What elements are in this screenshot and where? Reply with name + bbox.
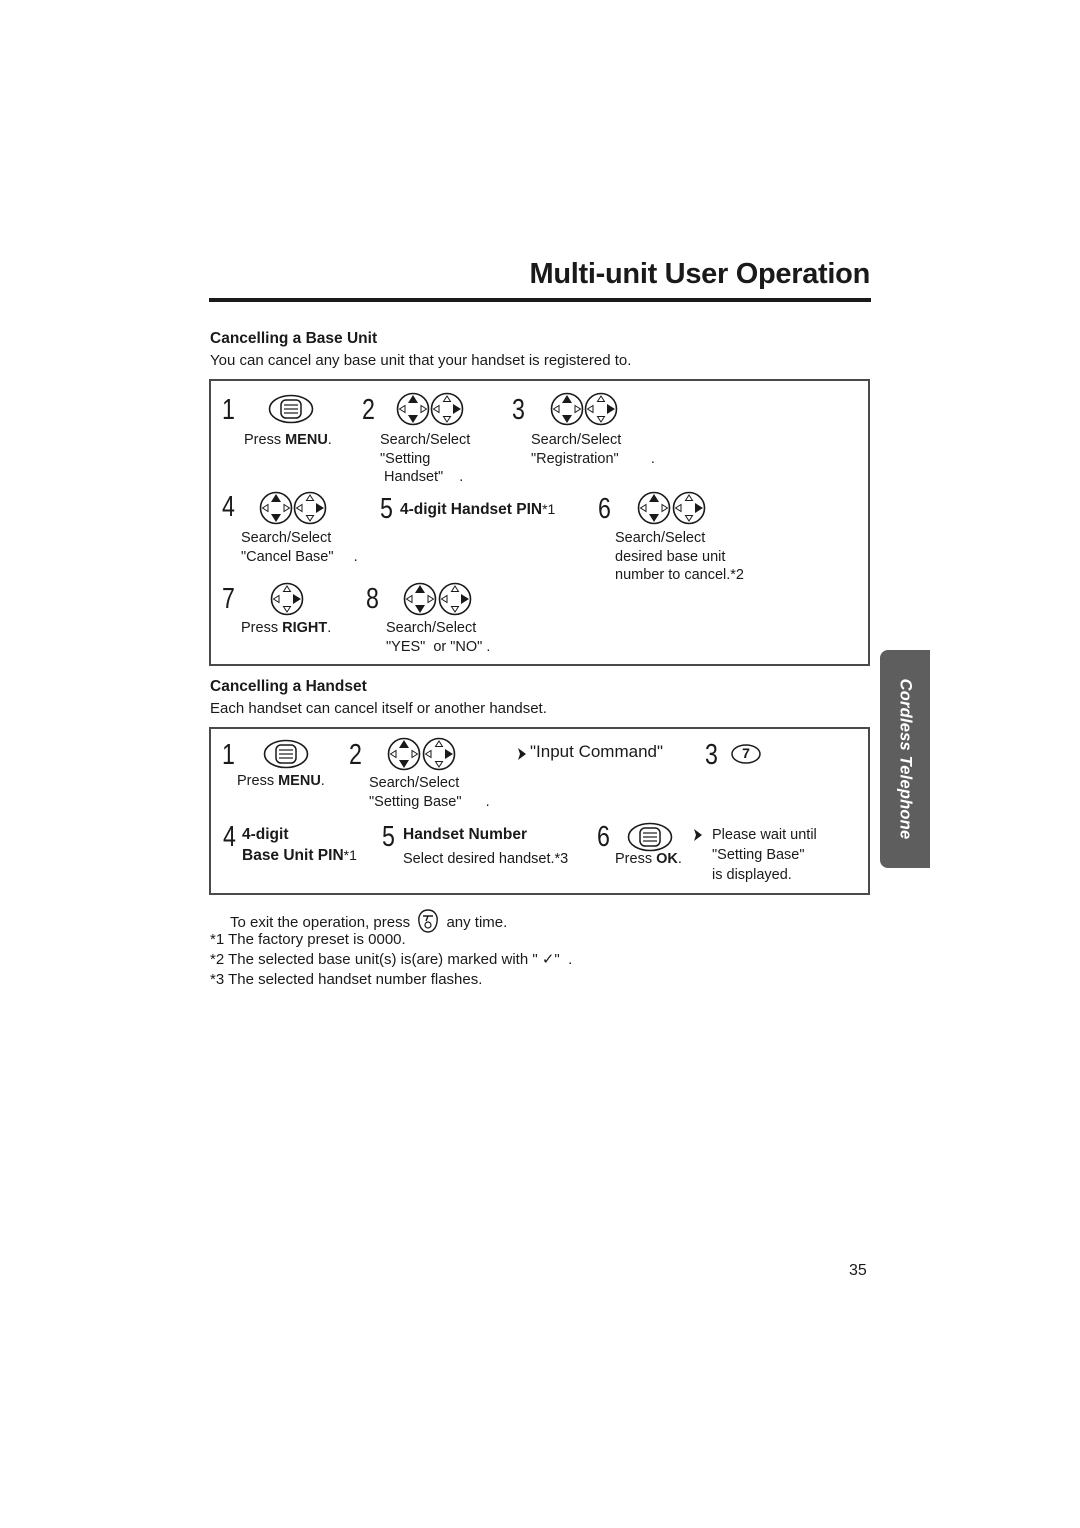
navigator-up-down-icon [403, 582, 437, 616]
step-caption: Search/Select "Registration" . [531, 432, 655, 467]
page-number: 35 [849, 1262, 867, 1279]
navigator-right-icon [293, 491, 327, 525]
side-tab-label: Cordless Telephone [896, 678, 915, 840]
step-number: 5 [382, 821, 395, 853]
navigator-right-icon [672, 491, 706, 525]
ok-button-icon [627, 822, 673, 852]
step-number: 2 [362, 394, 375, 426]
navigator-right-icon [584, 392, 618, 426]
page-title: Multi-unit User Operation [529, 258, 870, 290]
navigator-up-down-icon [550, 392, 584, 426]
step-label: 4-digit Handset PIN*1 [400, 501, 556, 518]
section-intro-cancel-base: You can cancel any base unit that your h… [210, 352, 632, 369]
step-number: 6 [597, 821, 610, 853]
step-caption: Press RIGHT. [241, 620, 332, 636]
result-message: Please wait until "Setting Base" is disp… [712, 827, 817, 883]
step-caption: Search/Select "Setting Base" . [369, 775, 490, 810]
navigator-up-down-icon [637, 491, 671, 525]
step-caption: Press MENU. [244, 432, 332, 448]
step-label: Handset Number [403, 826, 528, 843]
section-heading-cancel-handset: Cancelling a Handset [210, 678, 367, 695]
navigator-right-icon [422, 737, 456, 771]
section-heading-cancel-base: Cancelling a Base Unit [210, 330, 378, 347]
step-number: 7 [222, 583, 235, 615]
navigator-right-icon [438, 582, 472, 616]
navigator-up-down-icon [396, 392, 430, 426]
step-number: 8 [366, 583, 379, 615]
step-caption: Search/Select "Setting Handset" . [380, 432, 471, 485]
step-number: 6 [598, 493, 611, 525]
footnote: *2 The selected base unit(s) is(are) mar… [210, 951, 573, 968]
off-button-icon [418, 909, 439, 933]
step-caption: Search/Select "YES" or "NO" . [386, 620, 491, 655]
side-tab-cordless-telephone: Cordless Telephone [880, 650, 930, 868]
step-caption: Search/Select desired base unit number t… [615, 530, 744, 583]
step-number: 4 [223, 821, 236, 853]
navigator-up-down-icon [387, 737, 421, 771]
step-number: 1 [222, 394, 235, 426]
section-intro-cancel-handset: Each handset can cancel itself or anothe… [210, 700, 547, 717]
result-arrow-icon [693, 828, 703, 842]
step-caption: Select desired handset.*3 [403, 851, 569, 867]
step-number: 3 [705, 739, 718, 771]
step-number: 1 [222, 739, 235, 771]
step-caption: Press OK. [615, 851, 682, 867]
cancel-handset-steps-box: 1 Press MENU. 2 Search/Select "Setting B… [209, 727, 870, 895]
step-number: 5 [380, 493, 393, 525]
footnote: *1 The factory preset is 0000. [210, 931, 406, 948]
menu-button-icon [263, 739, 309, 769]
step-number: 3 [512, 394, 525, 426]
navigator-up-down-icon [259, 491, 293, 525]
display-result: "Input Command" [530, 742, 664, 761]
title-rule [209, 298, 871, 302]
navigator-right-icon [270, 582, 304, 616]
cancel-base-steps-box: 1 Press MENU. 2 Search/Select "Setting H… [209, 379, 870, 666]
dial-key-7-icon: 7 [731, 744, 761, 764]
step-caption: Press MENU. [237, 773, 325, 789]
step-label: 4-digit Base Unit PIN*1 [242, 826, 357, 864]
navigator-right-icon [430, 392, 464, 426]
result-arrow-icon [517, 747, 527, 761]
step-number: 4 [222, 491, 235, 523]
step-number: 2 [349, 739, 362, 771]
step-caption: Search/Select "Cancel Base" . [241, 530, 358, 565]
menu-button-icon [268, 394, 314, 424]
footnote: *3 The selected handset number flashes. [210, 971, 483, 988]
